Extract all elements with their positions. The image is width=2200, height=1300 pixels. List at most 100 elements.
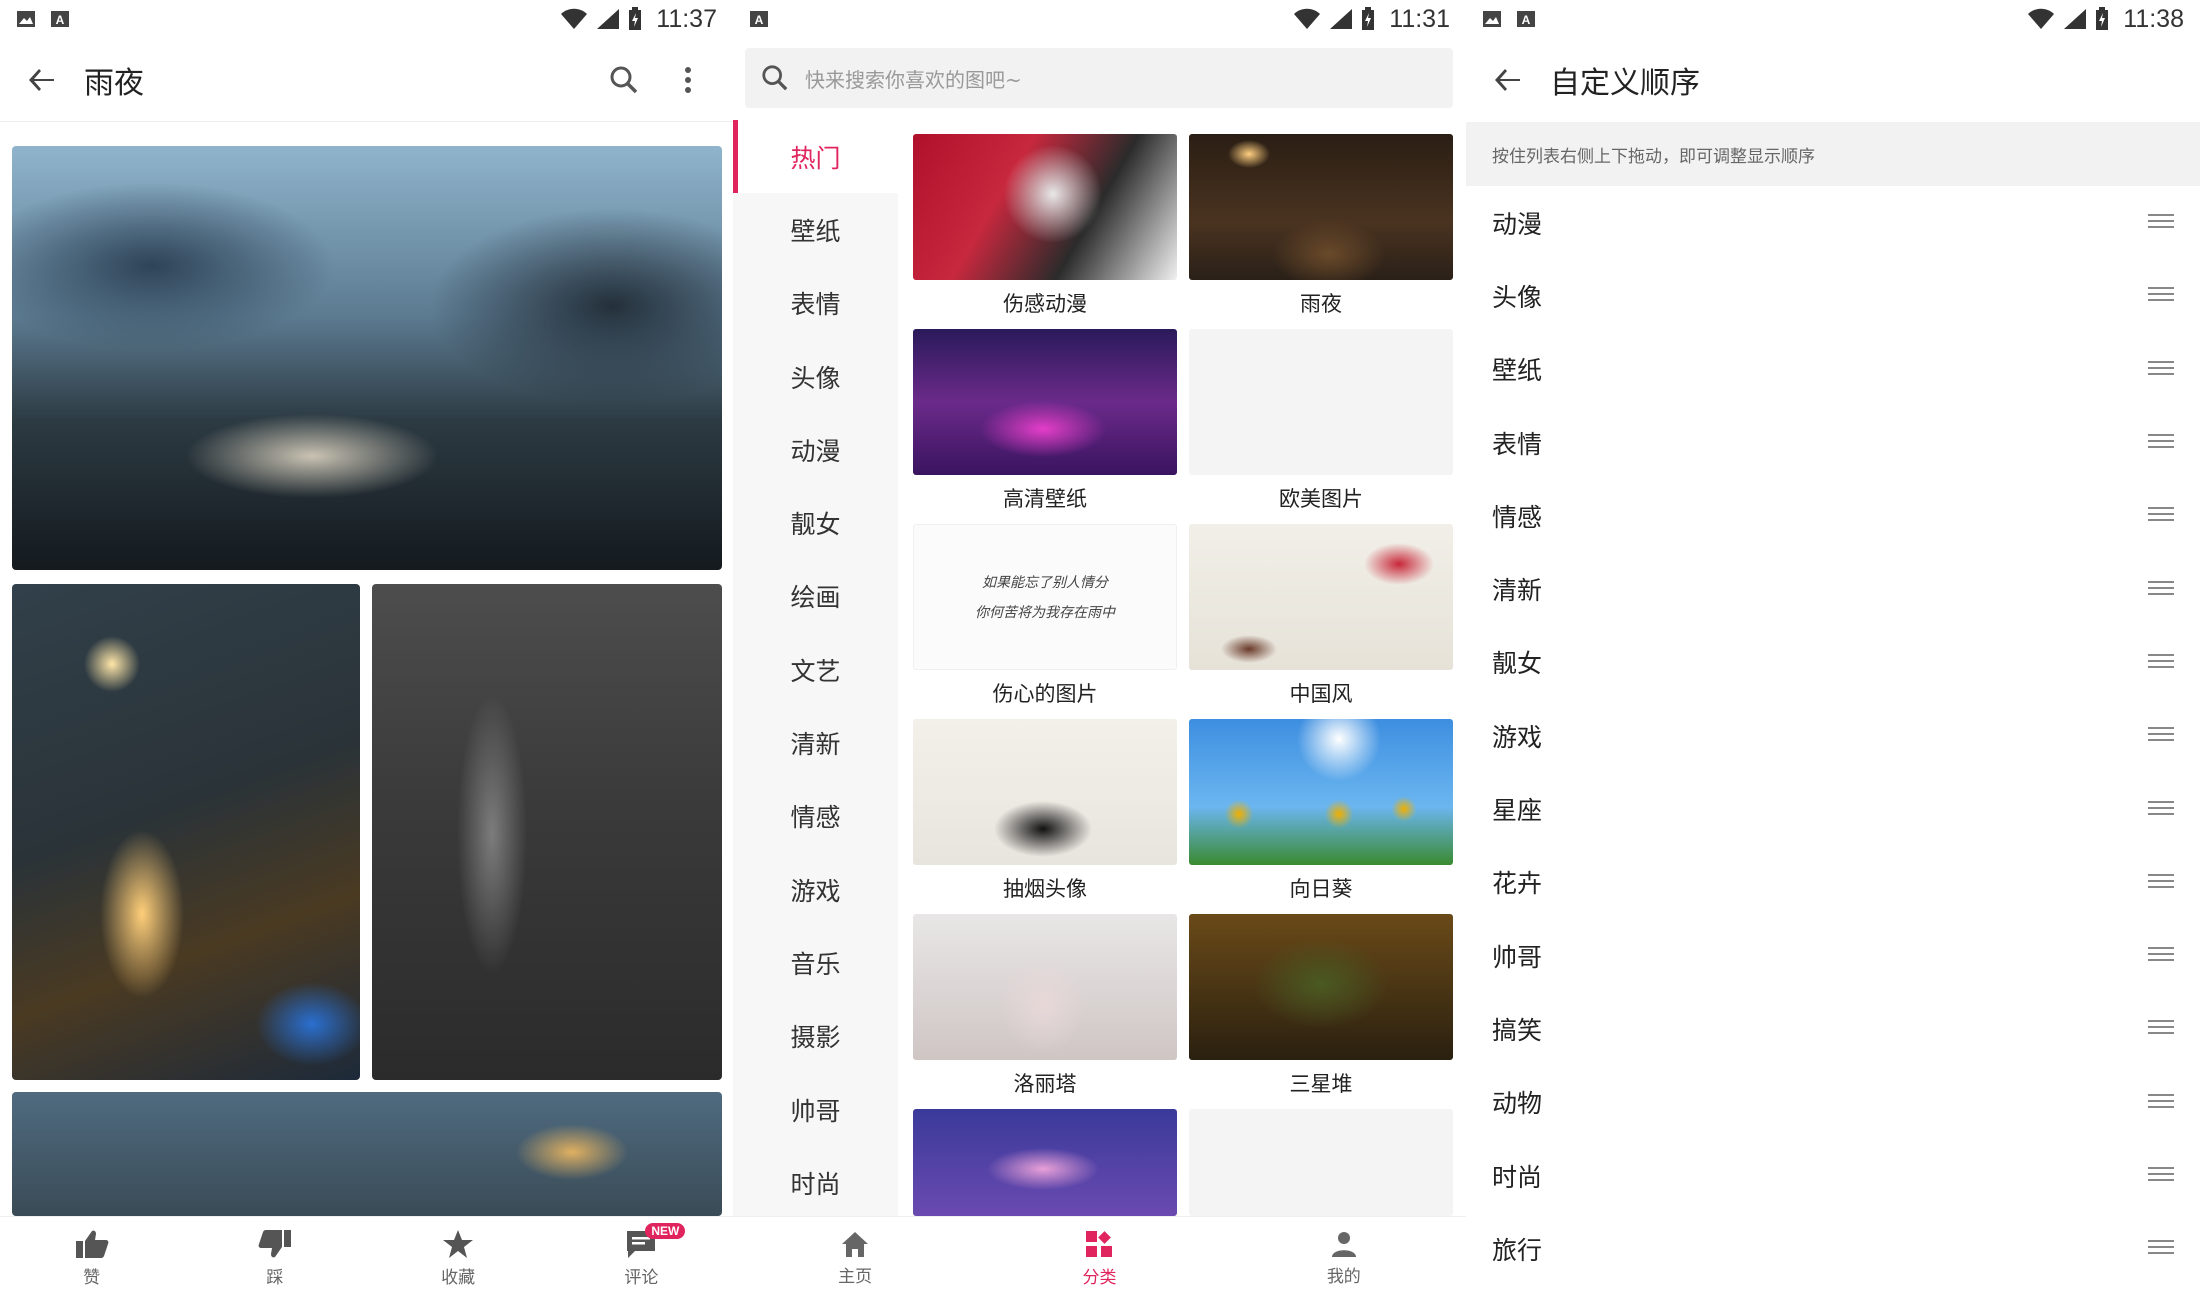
more-vert-icon	[685, 66, 691, 93]
search-icon	[762, 65, 788, 91]
sidebar-item-emoji[interactable]: 表情	[733, 267, 898, 340]
nav-home-label: 主页	[838, 1267, 873, 1287]
app-bar: 自定义顺序	[1466, 38, 2200, 122]
drag-handle-icon[interactable]	[2148, 648, 2174, 677]
list-item[interactable]: 头像	[1466, 259, 2200, 332]
drag-handle-icon[interactable]	[2148, 575, 2174, 604]
more-button[interactable]	[663, 55, 713, 105]
person-icon	[1331, 1232, 1356, 1257]
nav-mine-label: 我的	[1326, 1267, 1361, 1287]
drag-handle-icon[interactable]	[2148, 355, 2174, 384]
drag-handle-icon[interactable]	[2148, 428, 2174, 457]
sidebar-item-game[interactable]: 游戏	[733, 853, 898, 926]
list-item[interactable]: 花卉	[1466, 846, 2200, 919]
list-item[interactable]: 星座	[1466, 772, 2200, 845]
page-title: 自定义顺序	[1550, 66, 1700, 101]
drag-handle-icon[interactable]	[2148, 1234, 2174, 1263]
dislike-label: 踩	[266, 1268, 284, 1288]
sidebar-item-hot[interactable]: 热门	[733, 120, 898, 194]
app-notification-icon: A	[51, 11, 69, 27]
comment-button[interactable]: 评论 NEW	[550, 1217, 733, 1300]
grid-tile[interactable]: 欧美图片	[1189, 329, 1453, 513]
favorite-button[interactable]: 收藏	[367, 1217, 550, 1300]
drag-handle-icon[interactable]	[2148, 208, 2174, 237]
list-item[interactable]: 清新	[1466, 552, 2200, 625]
sidebar-item-literary[interactable]: 文艺	[733, 633, 898, 706]
grid-tile[interactable]	[913, 1109, 1177, 1216]
drag-handle-icon[interactable]	[2148, 941, 2174, 970]
list-item[interactable]: 情感	[1466, 479, 2200, 552]
list-item[interactable]: 动漫	[1466, 186, 2200, 259]
calligraphy-line-1: 如果能忘了别人情分	[982, 575, 1108, 591]
drag-handle-icon[interactable]	[2148, 1088, 2174, 1117]
detail-action-bar: 赞 踩 收藏 评论 NEW	[0, 1216, 733, 1300]
rain-night-photo[interactable]	[12, 146, 722, 570]
drag-handle-icon[interactable]	[2148, 1014, 2174, 1043]
grid-tile[interactable]: 向日葵	[1189, 719, 1453, 903]
grid-tile[interactable]: 中国风	[1189, 524, 1453, 708]
star-icon	[443, 1230, 474, 1258]
sidebar-item-music[interactable]: 音乐	[733, 926, 898, 999]
tile-caption: 洛丽塔	[1013, 1072, 1077, 1096]
sidebar-item-wallpaper[interactable]: 壁纸	[733, 193, 898, 266]
list-item-label: 星座	[1492, 796, 1543, 826]
list-item[interactable]: 帅哥	[1466, 919, 2200, 992]
list-item[interactable]: 靓女	[1466, 626, 2200, 699]
app-notification-icon: A	[750, 11, 768, 27]
thumb-up-icon	[75, 1230, 109, 1258]
list-item[interactable]: 时尚	[1466, 1139, 2200, 1212]
sidebar-item-handsome[interactable]: 帅哥	[733, 1073, 898, 1146]
grid-tile[interactable]: 抽烟头像	[913, 719, 1177, 903]
list-item-label: 帅哥	[1492, 942, 1543, 972]
thumb-down-icon	[258, 1230, 291, 1258]
grid-tile[interactable]: 伤感动漫	[913, 134, 1177, 318]
drag-handle-icon[interactable]	[2148, 721, 2174, 750]
drag-handle-icon[interactable]	[2148, 281, 2174, 310]
drag-handle-icon[interactable]	[2148, 1161, 2174, 1190]
nav-category[interactable]: 分类	[977, 1217, 1221, 1300]
girl-in-rain-photo[interactable]	[372, 584, 722, 1080]
list-item[interactable]: 壁纸	[1466, 333, 2200, 406]
list-item[interactable]: 游戏	[1466, 699, 2200, 772]
sidebar-item-beauty[interactable]: 靓女	[733, 486, 898, 559]
list-item[interactable]: 表情	[1466, 406, 2200, 479]
bottom-nav: 主页 分类 我的	[733, 1216, 1466, 1300]
grid-tile[interactable]	[1189, 1109, 1453, 1216]
sidebar-item-emotion[interactable]: 情感	[733, 780, 898, 853]
sidebar-item-fresh[interactable]: 清新	[733, 706, 898, 779]
back-button[interactable]	[0, 38, 84, 122]
like-button[interactable]: 赞	[0, 1217, 183, 1300]
sidebar-item-fashion[interactable]: 时尚	[733, 1146, 898, 1219]
dislike-button[interactable]: 踩	[183, 1217, 366, 1300]
grid-tile[interactable]: 三星堆	[1189, 914, 1453, 1098]
list-item-label: 搞笑	[1492, 1015, 1543, 1045]
sidebar-item-painting[interactable]: 绘画	[733, 560, 898, 633]
grid-tile[interactable]: 雨夜	[1189, 134, 1453, 318]
search-button[interactable]	[599, 55, 649, 105]
nav-mine[interactable]: 我的	[1222, 1217, 1466, 1300]
tile-thumbnail: 如果能忘了别人情分 你何苦将为我存在雨中	[913, 524, 1177, 670]
grid-tile[interactable]: 如果能忘了别人情分 你何苦将为我存在雨中 伤心的图片	[913, 524, 1177, 708]
list-item[interactable]: 旅行	[1466, 1212, 2200, 1285]
battery-icon	[2096, 7, 2109, 30]
wifi-icon	[2028, 8, 2055, 29]
back-button[interactable]	[1466, 38, 1550, 122]
list-item[interactable]: 搞笑	[1466, 992, 2200, 1065]
nav-home[interactable]: 主页	[733, 1217, 977, 1300]
drag-handle-icon[interactable]	[2148, 501, 2174, 530]
sidebar-item-avatar[interactable]: 头像	[733, 340, 898, 413]
sidebar-item-photography[interactable]: 摄影	[733, 1000, 898, 1073]
grid-tile[interactable]: 洛丽塔	[913, 914, 1177, 1098]
sidebar-item-anime[interactable]: 动漫	[733, 413, 898, 486]
drag-handle-icon[interactable]	[2148, 868, 2174, 897]
wifi-icon	[1294, 8, 1321, 29]
rain-window-photo[interactable]	[12, 584, 360, 1080]
drag-handle-icon[interactable]	[2148, 795, 2174, 824]
rain-drops-photo[interactable]	[12, 1092, 722, 1216]
signal-icon	[2064, 9, 2087, 29]
grid-tile[interactable]: 高清壁纸	[913, 329, 1177, 513]
order-list: 动漫 头像 壁纸 表情情感清新 靓女 游戏星座花卉帅哥搞笑动物 时尚 旅行	[1466, 186, 2200, 1285]
list-item-label: 情感	[1492, 502, 1543, 532]
list-item[interactable]: 动物	[1466, 1066, 2200, 1139]
search-input[interactable]: 快来搜索你喜欢的图吧~	[745, 48, 1453, 108]
